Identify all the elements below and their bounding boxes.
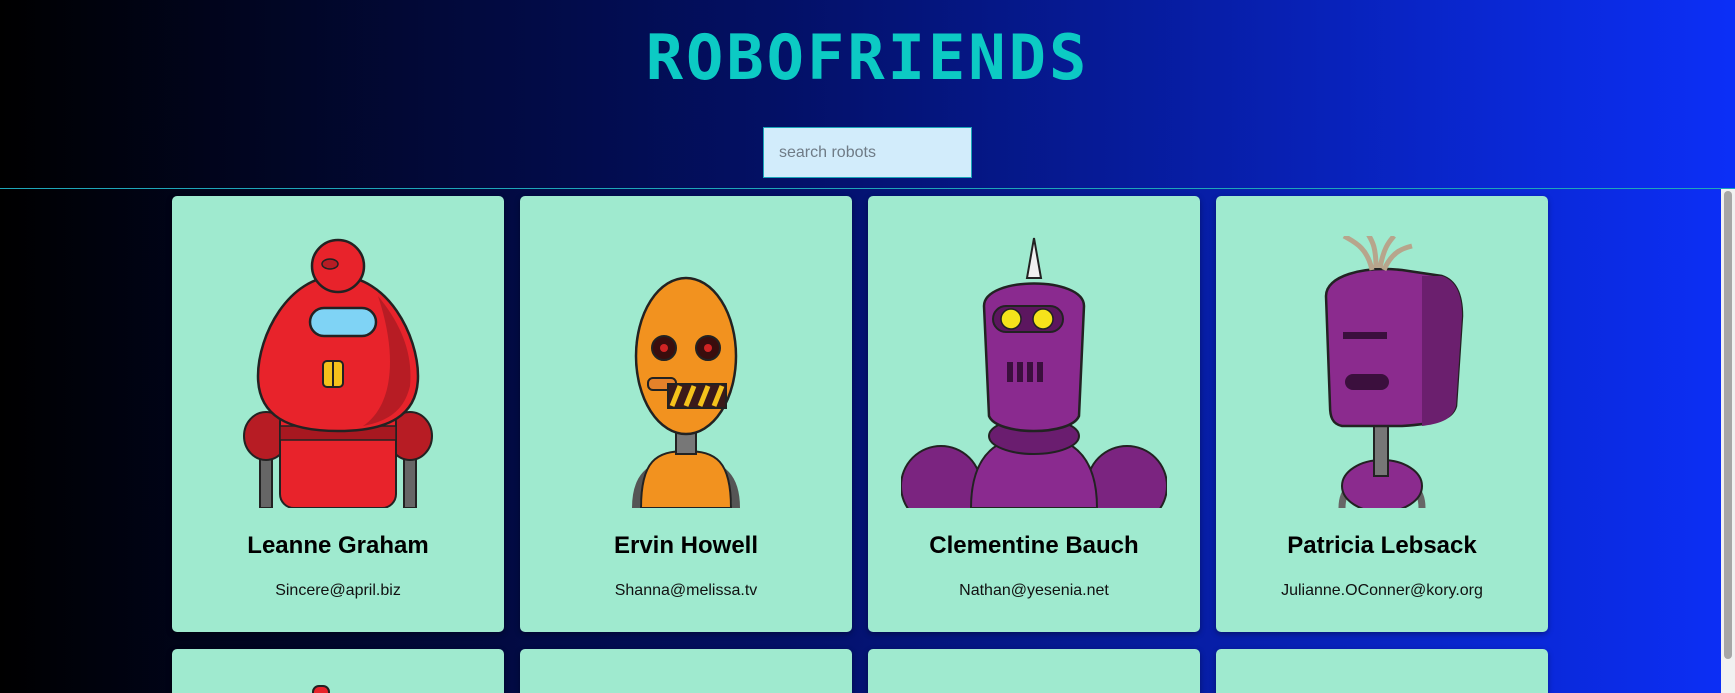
scrollbar[interactable]: [1721, 189, 1735, 693]
robot-card[interactable]: Clementine Bauch Nathan@yesenia.net: [868, 196, 1200, 632]
robot-name: Patricia Lebsack: [1287, 532, 1477, 559]
robot-card[interactable]: [868, 649, 1200, 693]
robot-email: Shanna@melissa.tv: [614, 582, 758, 599]
robot-image: [1272, 236, 1492, 508]
scrollbar-thumb[interactable]: [1724, 191, 1732, 659]
robot-card[interactable]: Leanne Graham Sincere@april.biz: [172, 196, 504, 632]
robot-email: Sincere@april.biz: [275, 582, 401, 599]
robot-email: Nathan@yesenia.net: [959, 582, 1109, 599]
robot-image: [576, 236, 796, 508]
robot-card[interactable]: Patricia Lebsack Julianne.OConner@kory.o…: [1216, 196, 1548, 632]
header: ROBOFRIENDS: [0, 0, 1735, 189]
app-title: ROBOFRIENDS: [645, 21, 1090, 94]
robot-image: [312, 685, 330, 693]
robot-name: Leanne Graham: [247, 532, 429, 559]
robot-email: Julianne.OConner@kory.org: [1281, 582, 1483, 599]
search-box: [763, 127, 972, 178]
robot-name: Ervin Howell: [613, 532, 759, 559]
card-list[interactable]: Leanne Graham Sincere@april.biz Ervin Ho…: [0, 189, 1735, 693]
robot-name: Clementine Bauch: [929, 532, 1139, 559]
robot-card[interactable]: [172, 649, 504, 693]
robot-card[interactable]: [520, 649, 852, 693]
robot-card[interactable]: [1216, 649, 1548, 693]
robot-image: [901, 236, 1167, 508]
search-input[interactable]: [763, 127, 972, 178]
robot-image: [228, 236, 448, 508]
robot-card[interactable]: Ervin Howell Shanna@melissa.tv: [520, 196, 852, 632]
